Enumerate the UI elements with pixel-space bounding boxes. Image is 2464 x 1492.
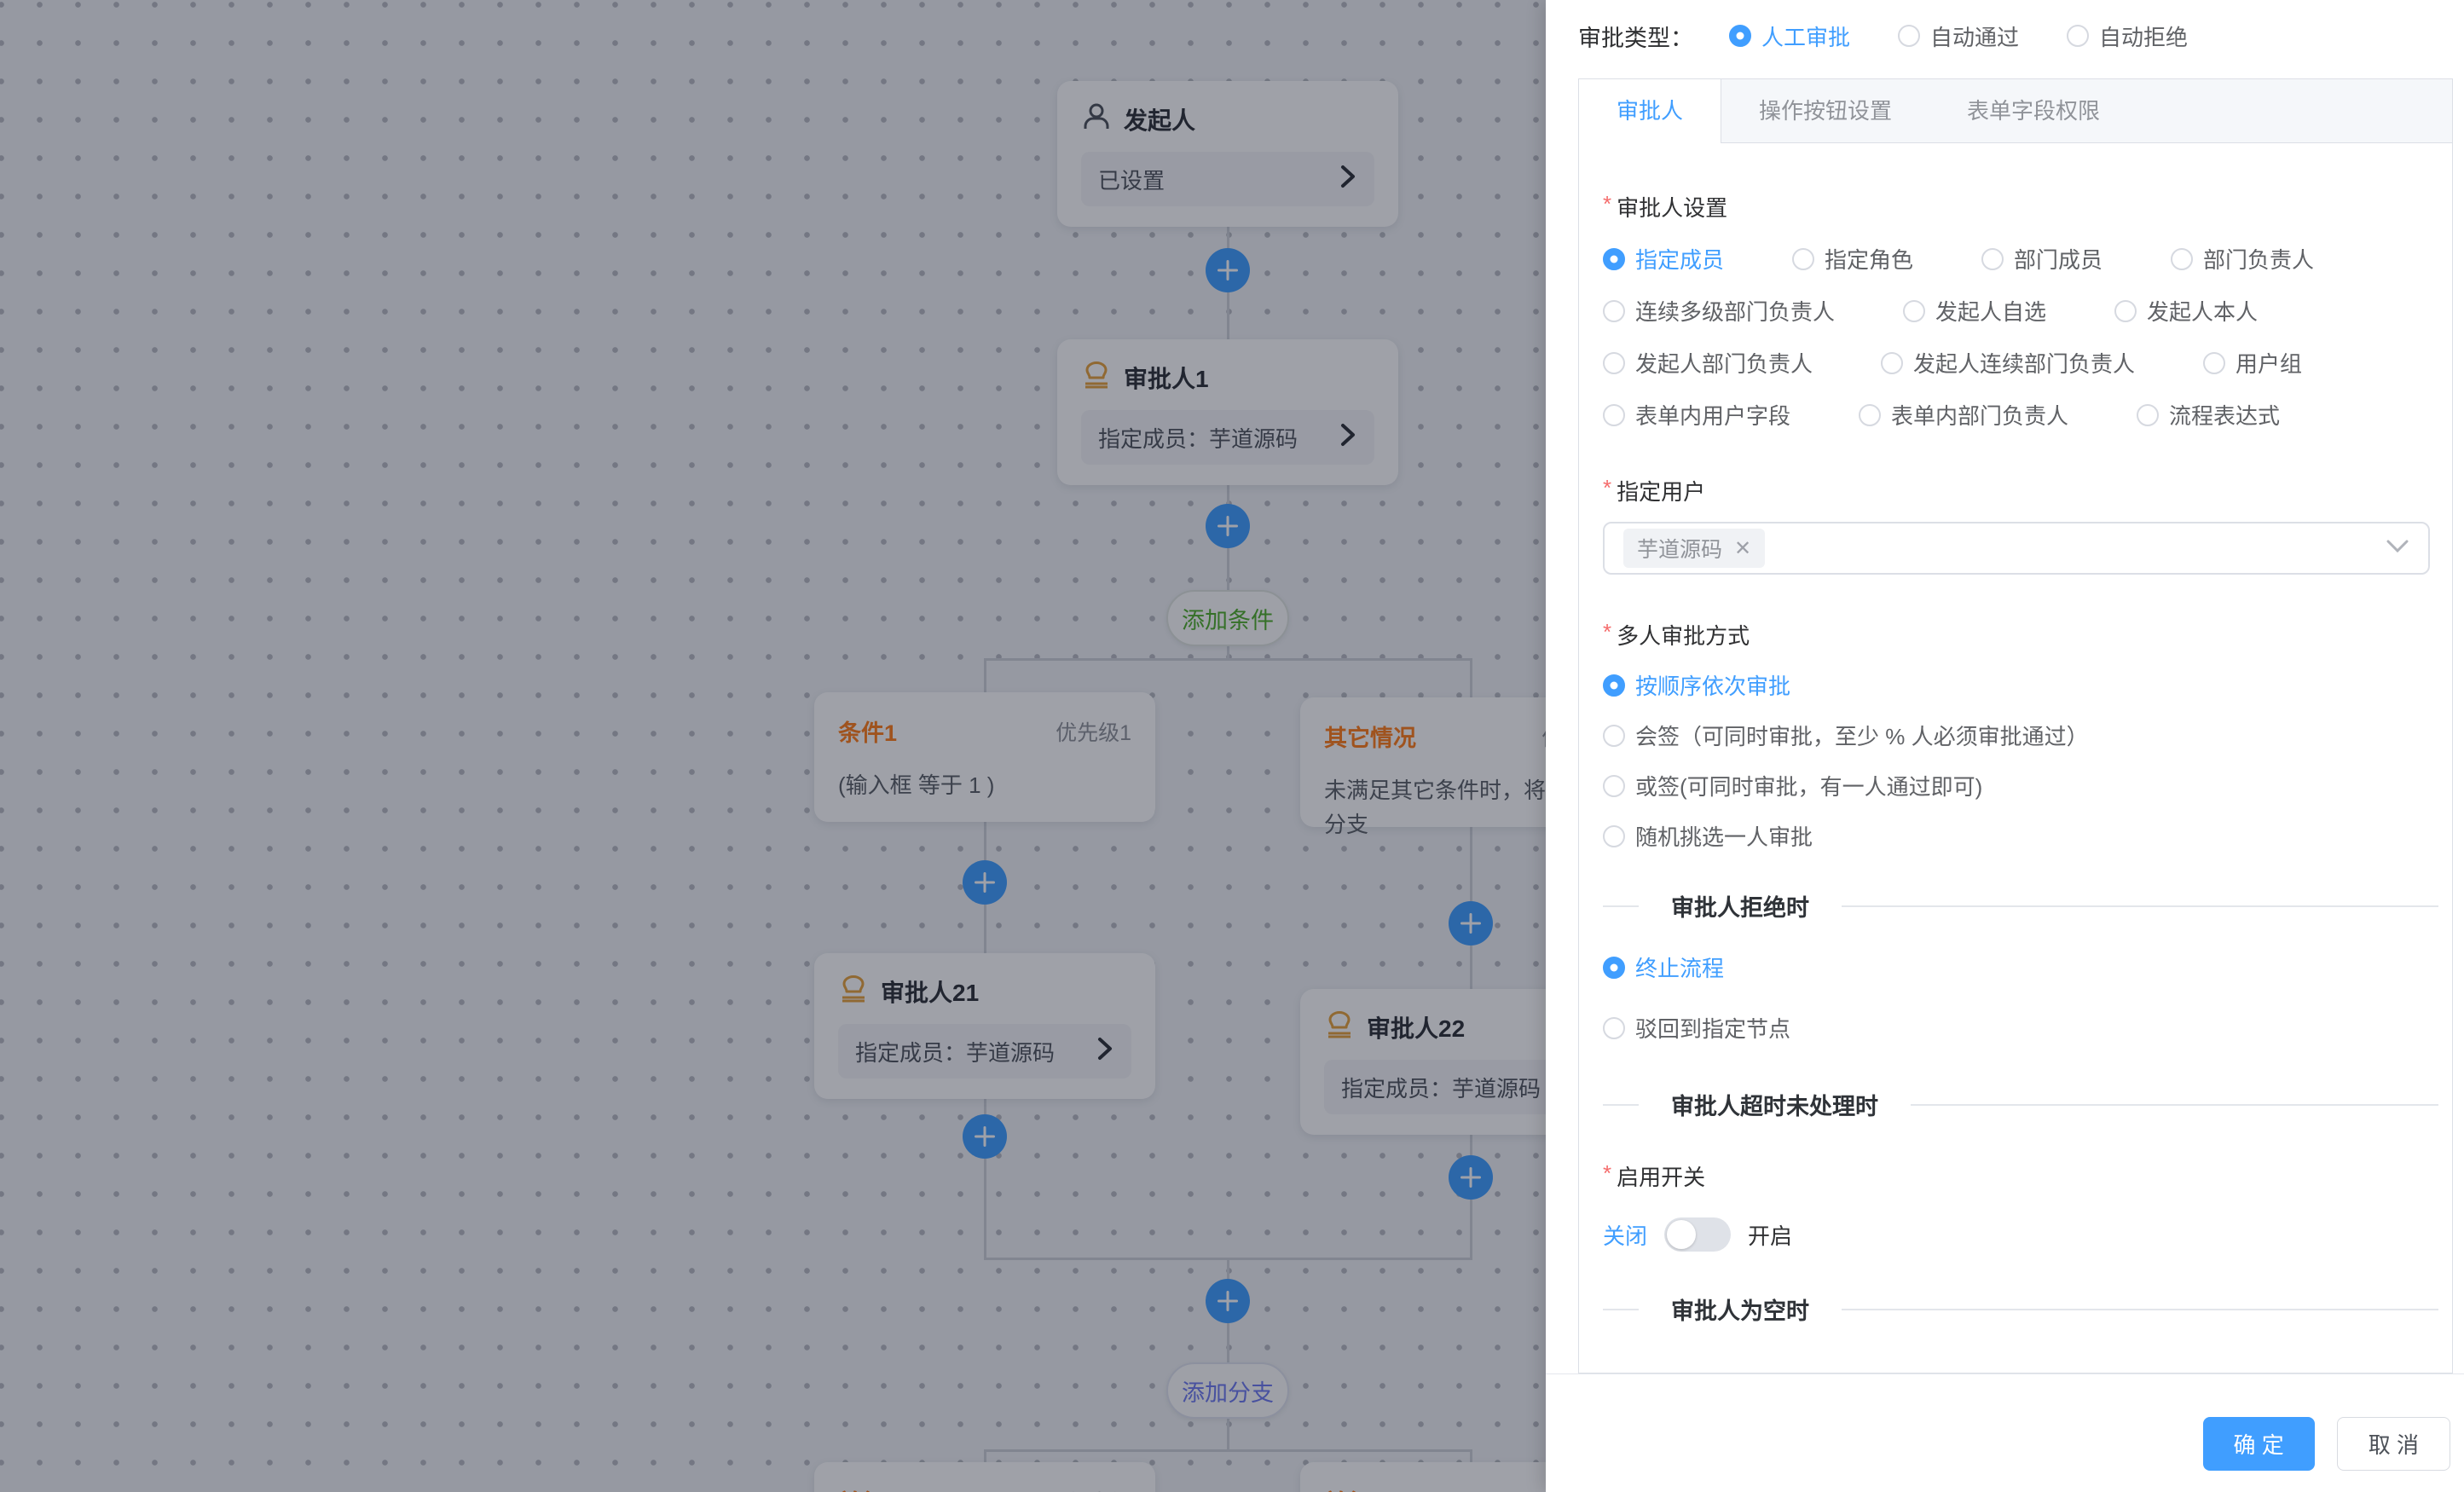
assign-user-label: * 指定用户 [1603, 475, 2442, 506]
assign-user-select[interactable]: 芋道源码 ✕ [1603, 522, 2430, 575]
radio-user-group[interactable]: 用户组 [2203, 347, 2302, 379]
radio-icon [1729, 25, 1751, 47]
radio-icon [2067, 25, 2089, 47]
radio-icon [2203, 352, 2225, 374]
multi-mode-label: * 多人审批方式 [1603, 619, 2442, 651]
approver-setting-row4: 表单内用户字段 表单内部门负责人 流程表达式 [1603, 399, 2442, 431]
radio-random-one[interactable]: 随机挑选一人审批 [1603, 820, 2442, 852]
switch-on-label: 开启 [1748, 1219, 1792, 1251]
radio-icon [1603, 404, 1625, 426]
approval-node-config-panel: 审批类型： 人工审批 自动通过 自动拒绝 审批人 操作按钮设置 [1546, 0, 2464, 1492]
radio-sequential-approve[interactable]: 按顺序依次审批 [1603, 669, 2442, 701]
radio-assign-member[interactable]: 指定成员 [1603, 243, 1724, 275]
radio-icon [1603, 300, 1625, 322]
cancel-button[interactable]: 取 消 [2337, 1417, 2450, 1471]
radio-icon [2137, 404, 2159, 426]
radio-icon [1603, 674, 1625, 697]
tab-approver[interactable]: 审批人 [1579, 79, 1721, 143]
radio-countersign[interactable]: 会签（可同时审批，至少 % 人必须审批通过） [1603, 720, 2442, 751]
radio-icon [1603, 957, 1625, 979]
tag-close-icon[interactable]: ✕ [1734, 536, 1751, 561]
radio-form-dept-leader[interactable]: 表单内部门负责人 [1859, 399, 2068, 431]
radio-icon [1881, 352, 1903, 374]
radio-terminate-flow[interactable]: 终止流程 [1603, 951, 2442, 983]
reject-divider: 审批人拒绝时 [1603, 889, 2438, 922]
radio-orsign[interactable]: 或签(可同时审批，有一人通过即可) [1603, 770, 2442, 801]
reject-radio-group: 终止流程 驳回到指定节点 [1603, 951, 2442, 1044]
selected-user-tag: 芋道源码 ✕ [1623, 529, 1765, 568]
radio-icon [1981, 248, 2004, 270]
radio-return-to-node[interactable]: 驳回到指定节点 [1603, 1012, 2442, 1044]
radio-starter-self[interactable]: 发起人本人 [2114, 295, 2258, 327]
radio-dept-leader[interactable]: 部门负责人 [2171, 243, 2314, 275]
radio-icon [1898, 25, 1920, 47]
timeout-divider: 审批人超时未处理时 [1603, 1088, 2438, 1121]
approver-setting-label: * 审批人设置 [1603, 191, 2442, 223]
empty-approver-divider: 审批人为空时 [1603, 1292, 2438, 1326]
radio-assign-role[interactable]: 指定角色 [1792, 243, 1913, 275]
radio-icon [1792, 248, 1814, 270]
approve-type-row: 审批类型： 人工审批 自动通过 自动拒绝 [1546, 0, 2464, 72]
radio-starter-dept-leader[interactable]: 发起人部门负责人 [1603, 347, 1813, 379]
radio-manual-approve[interactable]: 人工审批 [1729, 20, 1850, 52]
enable-toggle[interactable] [1664, 1217, 1731, 1252]
radio-starter-select[interactable]: 发起人自选 [1903, 295, 2046, 327]
radio-icon [1603, 825, 1625, 847]
approver-setting-row1: 指定成员 指定角色 部门成员 部门负责人 [1603, 243, 2442, 275]
radio-dept-member[interactable]: 部门成员 [1981, 243, 2102, 275]
radio-form-user-field[interactable]: 表单内用户字段 [1603, 399, 1790, 431]
radio-icon [2114, 300, 2137, 322]
approve-type-radio-group: 人工审批 自动通过 自动拒绝 [1729, 20, 2188, 52]
chevron-down-icon [2386, 539, 2409, 558]
tab-bar: 审批人 操作按钮设置 表单字段权限 [1579, 79, 2452, 143]
radio-multi-level-dept-leader[interactable]: 连续多级部门负责人 [1603, 295, 1835, 327]
multi-mode-radio-group: 按顺序依次审批 会签（可同时审批，至少 % 人必须审批通过） 或签(可同时审批，… [1603, 669, 2442, 852]
radio-auto-reject[interactable]: 自动拒绝 [2067, 20, 2188, 52]
radio-icon [1603, 1017, 1625, 1039]
radio-icon [1903, 300, 1925, 322]
radio-icon [1603, 775, 1625, 797]
confirm-button[interactable]: 确 定 [2203, 1417, 2315, 1471]
switch-off-label: 关闭 [1603, 1219, 1647, 1251]
config-tabs-card: 审批人 操作按钮设置 表单字段权限 * 审批人设置 指定成员 指定角色 部门成员… [1578, 78, 2453, 1373]
panel-footer: 确 定 取 消 [1546, 1373, 2464, 1471]
radio-icon [1603, 352, 1625, 374]
tab-button-settings[interactable]: 操作按钮设置 [1721, 79, 1929, 142]
approver-setting-row3: 发起人部门负责人 发起人连续部门负责人 用户组 [1603, 347, 2442, 379]
radio-auto-pass[interactable]: 自动通过 [1898, 20, 2019, 52]
enable-switch-row: 关闭 开启 [1603, 1217, 2442, 1252]
radio-flow-expression[interactable]: 流程表达式 [2137, 399, 2280, 431]
radio-icon [2171, 248, 2193, 270]
approve-type-label: 审批类型： [1578, 20, 1693, 53]
radio-icon [1603, 725, 1625, 747]
radio-icon [1603, 248, 1625, 270]
radio-starter-multi-dept-leader[interactable]: 发起人连续部门负责人 [1881, 347, 2135, 379]
enable-switch-label: * 启用开关 [1603, 1160, 2442, 1192]
tab-form-field-permission[interactable]: 表单字段权限 [1929, 79, 2137, 142]
approver-setting-row2: 连续多级部门负责人 发起人自选 发起人本人 [1603, 295, 2442, 327]
radio-icon [1859, 404, 1881, 426]
flow-designer-screen: 发起人 已设置 审批人1 指定成员：芋道源码 [0, 0, 2464, 1492]
tab-panel-approver: * 审批人设置 指定成员 指定角色 部门成员 部门负责人 连续多级部门负责人 发… [1579, 143, 2452, 1373]
